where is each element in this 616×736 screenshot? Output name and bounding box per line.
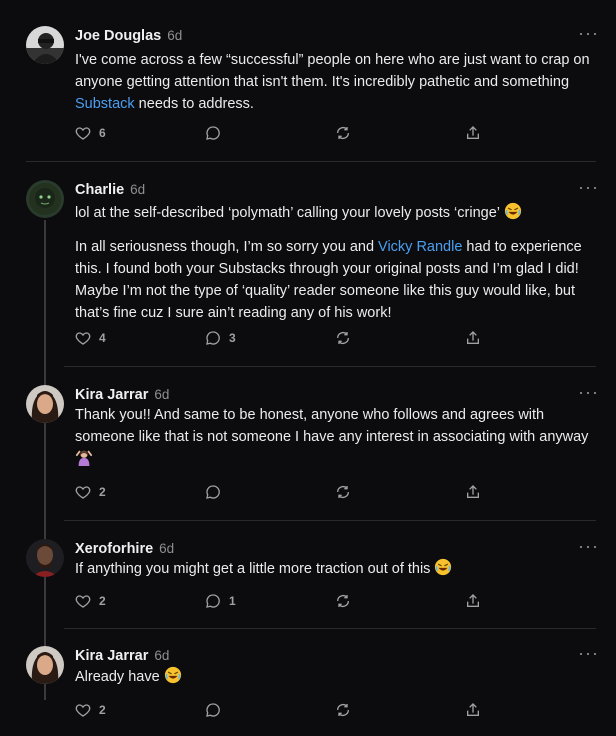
timestamp[interactable]: 6d (154, 648, 169, 663)
author-name[interactable]: Xeroforhire (75, 541, 153, 557)
share-icon (467, 703, 479, 716)
like-count: 4 (99, 331, 106, 345)
restack-icon (337, 332, 349, 344)
comment-body: lol at the self-described ‘polymath’ cal… (75, 202, 595, 324)
heart-icon (75, 332, 91, 345)
like-button[interactable]: 2 (75, 699, 106, 721)
heart-icon (75, 486, 91, 499)
share-icon (467, 126, 479, 139)
author-name[interactable]: Charlie (75, 182, 124, 198)
avatar[interactable] (26, 539, 64, 577)
timestamp[interactable]: 6d (154, 387, 169, 402)
author-name[interactable]: Kira Jarrar (75, 387, 148, 403)
share-icon (467, 485, 479, 498)
restack-icon (337, 486, 349, 498)
laughing-emoji-icon (504, 202, 521, 220)
timestamp[interactable]: 6d (130, 182, 145, 197)
speech-bubble-icon (206, 331, 220, 345)
avatar[interactable] (26, 26, 64, 64)
restack-icon (337, 595, 349, 607)
comment-body: Already have (75, 666, 595, 688)
reply-button[interactable] (205, 122, 229, 144)
reply-button[interactable] (205, 699, 229, 721)
share-icon (467, 331, 479, 344)
comment-actions: 2 (75, 481, 495, 503)
share-icon (467, 594, 479, 607)
speech-bubble-icon (206, 703, 220, 717)
timestamp[interactable]: 6d (167, 28, 182, 43)
speech-bubble-icon (206, 485, 220, 499)
restack-icon (337, 704, 349, 716)
like-button[interactable]: 2 (75, 481, 106, 503)
comment-actions: 4 3 (75, 327, 495, 349)
comment-body: I've come across a few “successful” peop… (75, 52, 590, 112)
divider (64, 366, 596, 367)
heart-icon (75, 704, 91, 717)
like-count: 2 (99, 594, 106, 608)
share-button[interactable] (465, 122, 481, 144)
share-button[interactable] (465, 590, 481, 612)
thread-line (44, 220, 46, 700)
restack-button[interactable] (335, 327, 351, 349)
like-count: 2 (99, 703, 106, 717)
share-button[interactable] (465, 481, 481, 503)
heart-icon (75, 595, 91, 608)
divider (26, 161, 596, 162)
comment-body: If anything you might get a little more … (75, 558, 595, 580)
restack-button[interactable] (335, 481, 351, 503)
restack-icon (337, 127, 349, 139)
share-button[interactable] (465, 699, 481, 721)
restack-button[interactable] (335, 590, 351, 612)
more-options-button[interactable]: ··· (578, 644, 599, 662)
laughing-emoji-icon (435, 558, 452, 576)
like-count: 2 (99, 485, 106, 499)
comment-actions: 2 1 (75, 590, 495, 612)
reply-button[interactable]: 3 (205, 327, 236, 349)
more-options-button[interactable]: ··· (578, 178, 599, 196)
avatar[interactable] (26, 385, 64, 423)
shrug-emoji-icon (75, 450, 93, 466)
like-button[interactable]: 6 (75, 122, 106, 144)
share-button[interactable] (465, 327, 481, 349)
more-options-button[interactable]: ··· (578, 24, 599, 42)
like-button[interactable]: 2 (75, 590, 106, 612)
restack-button[interactable] (335, 699, 351, 721)
comment-actions: 2 (75, 699, 495, 721)
divider (64, 520, 596, 521)
mention-link[interactable]: Substack (75, 96, 135, 112)
mention-link[interactable]: Vicky Randle (378, 239, 462, 255)
author-name[interactable]: Kira Jarrar (75, 648, 148, 664)
divider (64, 628, 596, 629)
more-options-button[interactable]: ··· (578, 537, 599, 555)
speech-bubble-icon (206, 126, 220, 140)
like-count: 6 (99, 126, 106, 140)
heart-icon (75, 127, 91, 140)
like-button[interactable]: 4 (75, 327, 106, 349)
avatar[interactable] (26, 180, 64, 218)
comment-actions: 6 (75, 122, 495, 144)
laughing-emoji-icon (164, 666, 181, 684)
reply-button[interactable]: 1 (205, 590, 236, 612)
reply-button[interactable] (205, 481, 229, 503)
comment-body: Thank you!! And same to be honest, anyon… (75, 404, 595, 470)
author-name[interactable]: Joe Douglas (75, 28, 161, 44)
reply-count: 3 (229, 331, 236, 345)
more-options-button[interactable]: ··· (578, 383, 599, 401)
avatar[interactable] (26, 646, 64, 684)
reply-count: 1 (229, 594, 236, 608)
timestamp[interactable]: 6d (159, 541, 174, 556)
restack-button[interactable] (335, 122, 351, 144)
speech-bubble-icon (206, 594, 220, 608)
